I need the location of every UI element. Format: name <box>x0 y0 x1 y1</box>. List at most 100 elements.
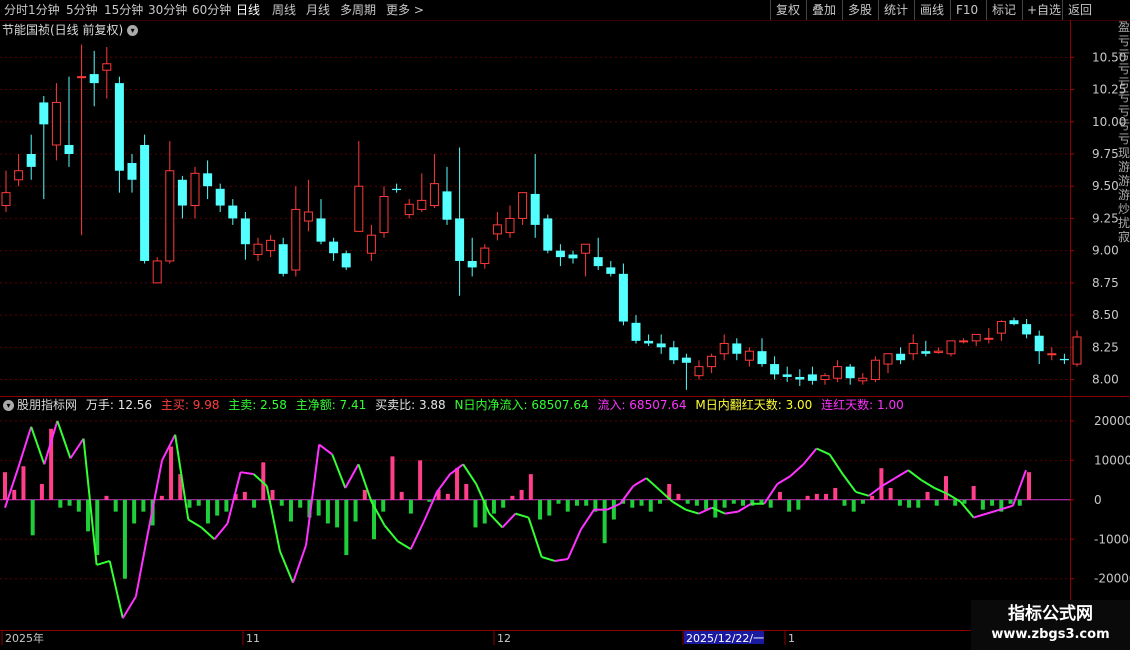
candle-body <box>240 218 250 245</box>
toolbar-divider <box>986 0 987 20</box>
volume-bar <box>814 493 819 500</box>
candle-body <box>1059 358 1069 361</box>
wanshou-value: 万手: 12.56 <box>85 398 153 412</box>
candle-body <box>883 353 893 365</box>
candle-body <box>379 196 389 234</box>
period-tab-60min[interactable]: 60分钟 <box>192 2 231 18</box>
chevron-down-icon[interactable]: ▾ <box>3 400 14 411</box>
candle-body <box>858 377 868 382</box>
period-tab-1min[interactable]: 1分钟 <box>28 2 60 18</box>
period-tab-5min[interactable]: 5分钟 <box>66 2 98 18</box>
y-tick-label: 9.50 <box>1092 179 1119 193</box>
candle-body <box>820 375 830 381</box>
flow-line-segment <box>213 522 229 540</box>
flow-line-segment <box>841 473 857 493</box>
kline-chart[interactable]: 10.5010.2510.009.759.509.259.008.758.508… <box>0 0 1130 650</box>
watermark-title: 指标公式网 <box>1008 604 1093 624</box>
period-tab-weekly[interactable]: 周线 <box>272 2 296 18</box>
volume-bar <box>879 468 884 500</box>
duogu-button[interactable]: 多股 <box>848 2 872 18</box>
flow-line-segment <box>488 512 504 529</box>
fuquan-button[interactable]: 复权 <box>776 2 800 18</box>
candle-body <box>896 353 906 361</box>
y-tick-label: 8.25 <box>1092 340 1119 354</box>
flow-line-segment <box>999 504 1014 511</box>
x-tick-label: 1 <box>788 632 795 645</box>
volume-bar <box>602 499 607 544</box>
period-tab-30min[interactable]: 30分钟 <box>148 2 187 18</box>
candle-body <box>215 188 225 206</box>
volume-bar <box>408 499 413 514</box>
volume-bar <box>95 499 100 556</box>
flow-line-segment <box>515 512 529 519</box>
candle-body <box>644 340 654 344</box>
volume-bar <box>722 499 727 508</box>
volume-bar <box>694 499 699 506</box>
volume-bar <box>501 499 506 508</box>
f10-button[interactable]: F10 <box>956 2 978 18</box>
volume-bar <box>676 493 681 500</box>
toolbar-divider <box>1062 0 1063 20</box>
volume-bar <box>58 499 63 508</box>
volume-bar <box>104 495 109 500</box>
period-tab-more[interactable]: 更多 > <box>386 2 424 18</box>
volume-bar <box>445 493 450 500</box>
volume-bar <box>833 487 838 500</box>
diejia-button[interactable]: 叠加 <box>812 2 836 18</box>
volume-bar <box>49 428 54 500</box>
flow-line-segment <box>174 434 190 520</box>
period-tab-15min[interactable]: 15分钟 <box>104 2 143 18</box>
y-tick-label: 10000 <box>1094 453 1130 467</box>
tongji-button[interactable]: 统计 <box>884 2 908 18</box>
candle-body <box>417 199 427 210</box>
huaxian-button[interactable]: 画线 <box>920 2 944 18</box>
volume-bar <box>953 499 958 506</box>
flow-line-segment <box>855 490 870 497</box>
volume-bar <box>805 495 810 500</box>
volume-bar <box>335 499 340 528</box>
flow-line-segment <box>776 475 791 485</box>
candle-body <box>757 351 767 365</box>
y-tick-label: -10000 <box>1094 532 1130 546</box>
flow-line-segment <box>397 540 412 550</box>
x-crosshair-box <box>684 631 764 644</box>
volume-bar <box>621 499 626 504</box>
candle-body <box>1 192 11 207</box>
candle-body <box>1009 320 1019 325</box>
candle-body <box>946 340 956 355</box>
candle-body <box>51 101 61 146</box>
toolbar-divider <box>806 0 807 20</box>
volume-bar <box>427 499 432 502</box>
candle-body <box>64 144 74 154</box>
volume-bar <box>980 499 985 510</box>
period-tab-fenshi[interactable]: 分时 <box>4 2 28 18</box>
period-tab-multi[interactable]: 多周期 <box>340 2 376 18</box>
volume-bar <box>999 499 1004 512</box>
y-tick-label: 9.25 <box>1092 211 1119 225</box>
period-tab-daily[interactable]: 日线 <box>236 2 260 18</box>
chevron-down-icon[interactable]: ▾ <box>127 25 139 36</box>
candle-body <box>467 260 477 268</box>
period-tab-monthly[interactable]: 月线 <box>306 2 330 18</box>
candle-body <box>694 366 704 377</box>
candle-body <box>870 359 880 381</box>
flow-line-segment <box>698 506 713 515</box>
flow-line-segment <box>658 489 674 503</box>
candle-body <box>26 153 36 167</box>
chevron-right-icon: > <box>413 3 424 17</box>
volume-bar <box>178 474 183 500</box>
y-tick-label: 9.00 <box>1092 244 1119 258</box>
volume-bar <box>12 489 17 500</box>
volume-bar <box>67 499 72 506</box>
candle-body <box>845 366 855 379</box>
biaoji-button[interactable]: 标记 <box>992 2 1016 18</box>
y-tick-label: -20000 <box>1094 572 1130 586</box>
flow-line-segment <box>920 479 935 489</box>
volume-bar <box>962 499 967 504</box>
volume-bar <box>86 499 91 532</box>
back-button[interactable]: 返回 <box>1068 2 1092 18</box>
flow-line-segment <box>96 559 111 566</box>
add-watchlist-button[interactable]: +自选 <box>1027 2 1061 18</box>
indicator-header: ▾ 股朋指标网 万手: 12.56 主买: 9.98 主卖: 2.58 主净额: … <box>0 397 909 413</box>
candle-body <box>127 163 137 180</box>
